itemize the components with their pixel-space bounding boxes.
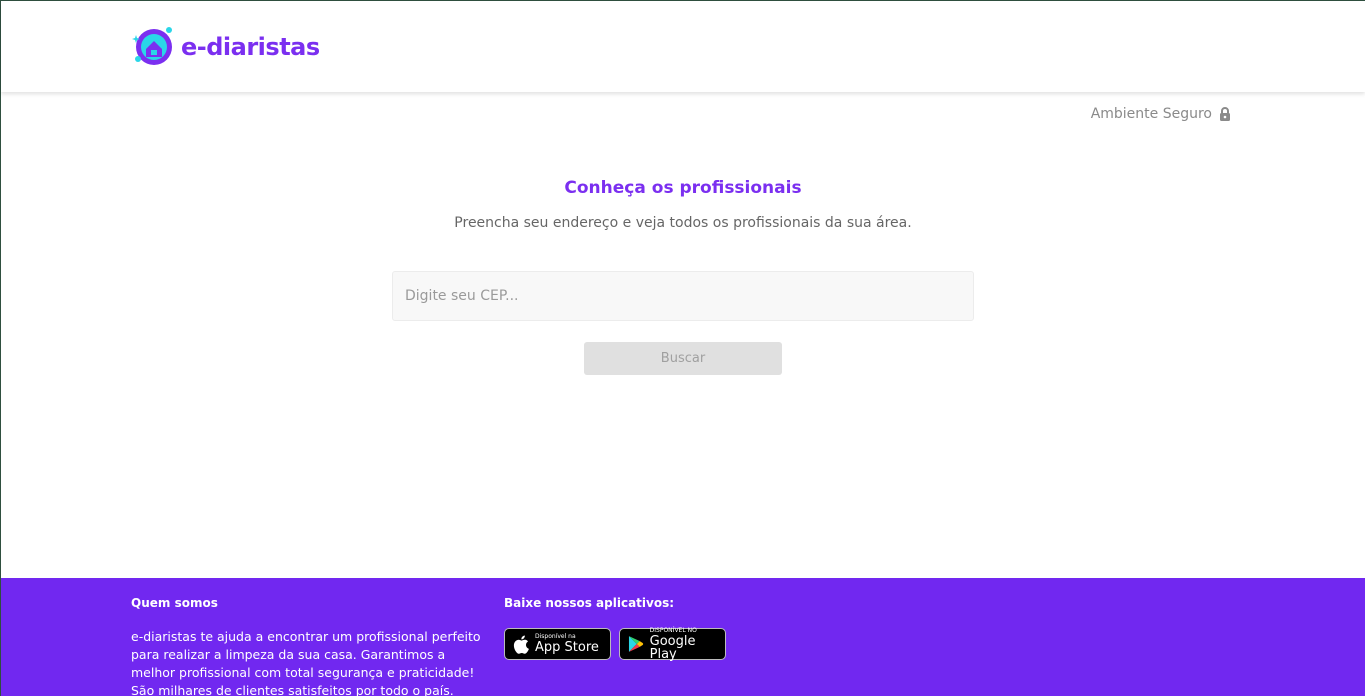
cep-input[interactable] bbox=[392, 271, 974, 321]
googleplay-small-label: DISPONÍVEL NO bbox=[649, 626, 697, 634]
secure-environment-label: Ambiente Seguro bbox=[1091, 106, 1231, 122]
search-button[interactable]: Buscar bbox=[584, 342, 782, 375]
page-title: Conheça os profissionais bbox=[564, 178, 802, 198]
secure-text: Ambiente Seguro bbox=[1090, 106, 1212, 122]
apps-title: Baixe nossos aplicativos: bbox=[504, 596, 675, 610]
google-play-icon bbox=[628, 636, 644, 652]
logo-icon bbox=[132, 27, 172, 65]
apps-section: Baixe nossos aplicativos: Disponível na … bbox=[504, 596, 734, 662]
google-play-button[interactable]: DISPONÍVEL NO Google Play bbox=[619, 626, 726, 662]
site-header: e-diaristas bbox=[1, 1, 1365, 92]
brand-logo[interactable]: e-diaristas bbox=[131, 25, 320, 69]
appstore-label: App Store bbox=[535, 640, 599, 655]
apple-icon bbox=[513, 635, 529, 654]
about-section: Quem somos e-diaristas te ajuda a encont… bbox=[131, 596, 491, 696]
app-store-button[interactable]: Disponível na App Store bbox=[504, 628, 611, 660]
googleplay-label: Google Play bbox=[649, 633, 696, 662]
site-footer: Quem somos e-diaristas te ajuda a encont… bbox=[1, 578, 1365, 696]
about-title: Quem somos bbox=[131, 596, 218, 610]
page-subtitle: Preencha seu endereço e veja todos os pr… bbox=[454, 215, 912, 231]
lock-icon bbox=[1220, 106, 1230, 121]
about-text: e-diaristas te ajuda a encontrar um prof… bbox=[131, 629, 481, 696]
brand-name: e-diaristas bbox=[181, 33, 320, 61]
